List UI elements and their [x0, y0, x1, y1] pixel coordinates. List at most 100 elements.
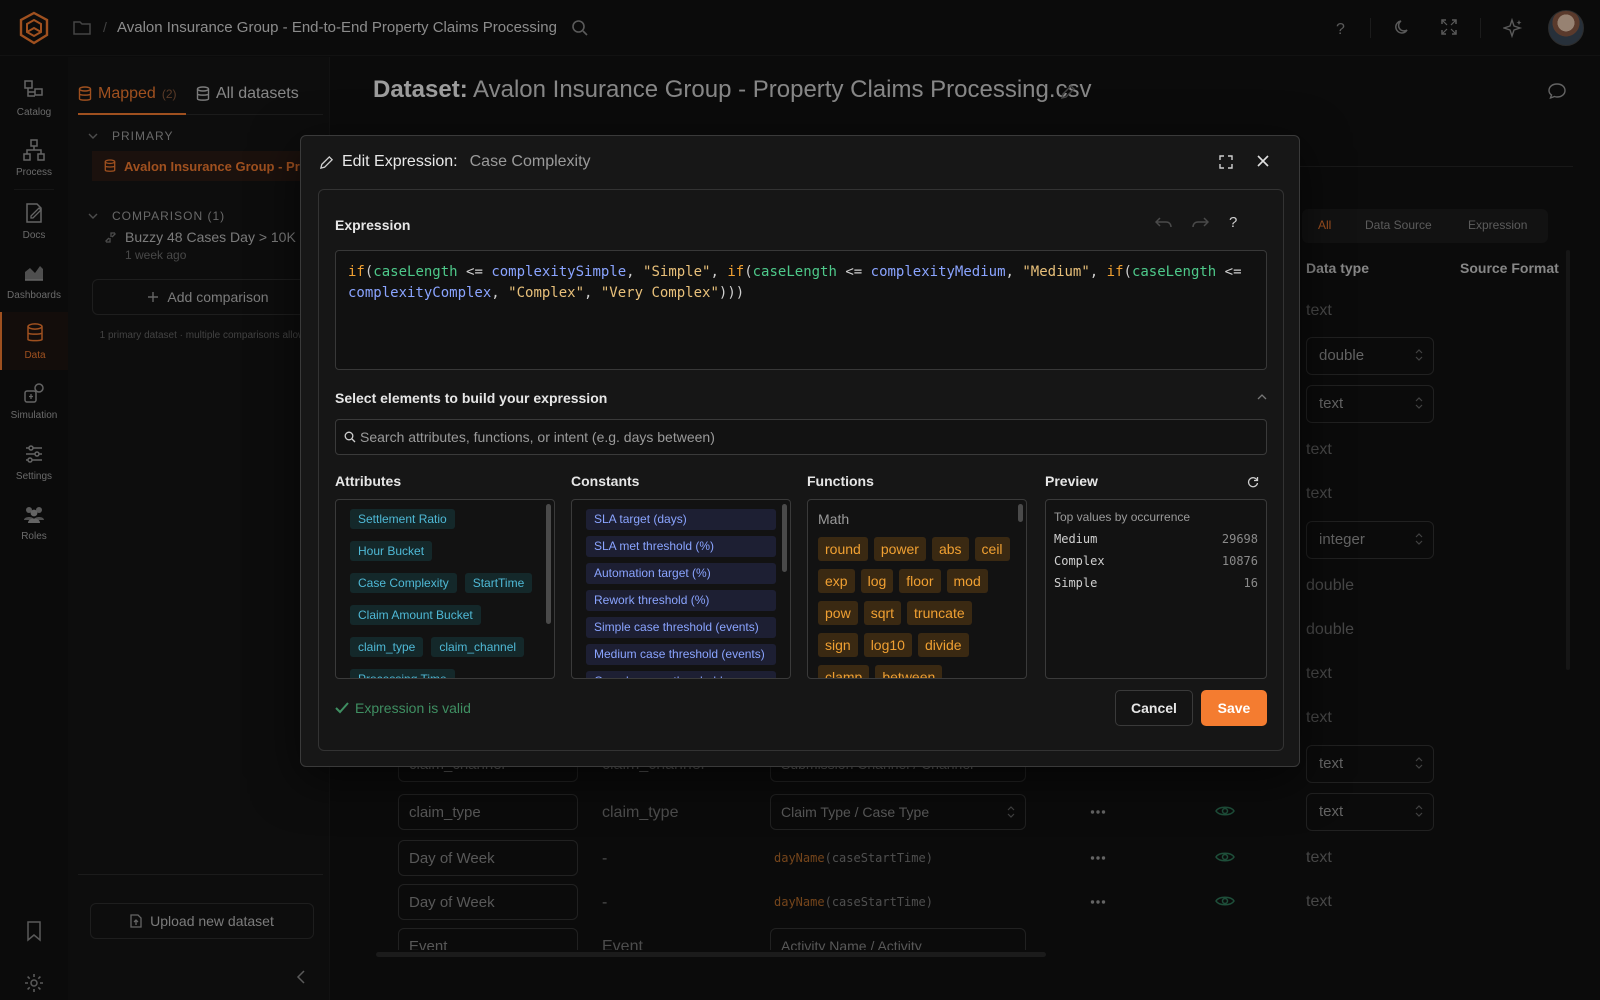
expression-token-st: "Very Complex" [600, 285, 719, 301]
attribute-chip[interactable]: StartTime [464, 573, 533, 593]
preview-panel: Top values by occurrence Medium 29698 Com… [1045, 499, 1267, 679]
chevron-up-icon[interactable] [1257, 393, 1267, 401]
function-chip[interactable]: mod [946, 569, 988, 593]
dialog-title-value: Case Complexity [469, 153, 591, 170]
save-button[interactable]: Save [1201, 690, 1267, 726]
preview-value: Medium [1054, 532, 1098, 546]
search-icon [344, 431, 356, 443]
attribute-chip[interactable]: Hour Bucket [350, 541, 433, 561]
expression-editor[interactable]: if(caseLength <= complexitySimple, "Simp… [335, 250, 1267, 370]
expression-token-ct: complexitySimple [491, 264, 627, 280]
expression-label: Expression [335, 217, 411, 233]
preview-value: Simple [1054, 576, 1098, 590]
dialog-body: Expression ? if(caseLength <= complexity… [318, 189, 1284, 751]
function-chip[interactable]: round [818, 537, 868, 561]
function-chip[interactable]: log10 [863, 633, 912, 657]
edit-expression-dialog: Edit Expression: Case Complexity Express… [300, 135, 1300, 767]
expression-token-at: caseLength [752, 264, 837, 280]
constant-chip[interactable]: Simple case threshold (events) [586, 617, 776, 638]
constant-chip[interactable]: Complex case threshold [586, 671, 776, 678]
expression-token-op: <= [1224, 264, 1242, 280]
expression-token-st: "Simple" [643, 264, 711, 280]
constants-list: SLA target (days) SLA met threshold (%) Au… [571, 499, 791, 679]
function-chip[interactable]: sqrt [863, 601, 902, 625]
constants-label: Constants [571, 473, 640, 489]
pencil-icon [319, 155, 334, 170]
expression-token-st: "Medium" [1022, 264, 1090, 280]
expression-token-op: , [1089, 264, 1107, 280]
expression-token-ct: complexityMedium [870, 264, 1006, 280]
constant-chip[interactable]: Automation target (%) [586, 563, 776, 584]
attribute-chip[interactable]: Settlement Ratio [350, 509, 455, 529]
functions-list: Math round power abs ceil exp log floor mod pow s… [807, 499, 1027, 679]
refresh-icon[interactable] [1247, 476, 1259, 488]
attribute-chip[interactable]: Case Complexity [350, 573, 457, 593]
validation-text: Expression is valid [355, 700, 471, 716]
function-chip[interactable]: ceil [974, 537, 1010, 561]
function-chip[interactable]: floor [899, 569, 941, 593]
expression-token-op: <= [457, 264, 492, 280]
function-chip[interactable]: power [873, 537, 926, 561]
expression-token-op: , [1005, 264, 1023, 280]
attributes-list: Settlement Ratio Hour Bucket Case Complexi… [335, 499, 555, 679]
constant-chip[interactable]: Medium case threshold (events) [586, 644, 776, 665]
attribute-chip[interactable]: claim_channel [431, 637, 525, 657]
redo-icon[interactable] [1191, 216, 1209, 230]
attribute-chip[interactable]: claim_type [350, 637, 424, 657]
attribute-chip[interactable]: Claim Amount Bucket [350, 605, 481, 625]
element-search [335, 419, 1267, 455]
expression-help-button[interactable]: ? [1229, 214, 1237, 231]
expression-token-op: , [584, 285, 601, 301]
expression-token-op: <= [836, 264, 871, 280]
preview-row: Simple 16 [1054, 576, 1258, 598]
functions-scrollbar[interactable] [1018, 504, 1023, 522]
cancel-button[interactable]: Cancel [1115, 690, 1193, 726]
preview-row: Complex 10876 [1054, 554, 1258, 576]
expression-token-op: , [491, 285, 509, 301]
functions-label: Functions [807, 473, 874, 489]
expand-icon[interactable] [1219, 155, 1233, 169]
select-elements-label: Select elements to build your expression [335, 390, 608, 406]
preview-count: 10876 [1221, 554, 1258, 568]
constant-chip[interactable]: SLA target (days) [586, 509, 776, 530]
function-chip[interactable]: abs [931, 537, 969, 561]
function-chip[interactable]: divide [917, 633, 969, 657]
constants-scrollbar[interactable] [782, 504, 787, 572]
close-icon[interactable] [1257, 155, 1269, 167]
preview-heading: Top values by occurrence [1054, 510, 1191, 524]
constant-chip[interactable]: SLA met threshold (%) [586, 536, 776, 557]
expression-token-op: ( [744, 264, 753, 280]
preview-label: Preview [1045, 473, 1098, 489]
expression-token-kw: if [348, 264, 365, 280]
expression-token-ct: complexityComplex [348, 285, 492, 301]
validation-status: Expression is valid [335, 700, 471, 716]
expression-token-at: caseLength [373, 264, 458, 280]
expression-token-op: ( [1123, 264, 1132, 280]
expression-token-st: "Complex" [508, 285, 585, 301]
preview-count: 29698 [1221, 532, 1258, 546]
function-chip[interactable]: pow [818, 601, 858, 625]
preview-row: Medium 29698 [1054, 532, 1258, 554]
attribute-chip[interactable]: Processing Time [350, 669, 455, 678]
function-chip[interactable]: log [860, 569, 894, 593]
element-search-input[interactable] [360, 420, 1250, 454]
dialog-header: Edit Expression: Case Complexity [319, 153, 591, 171]
expression-token-kw: if [727, 264, 745, 280]
preview-value: Complex [1054, 554, 1105, 568]
expression-token-op: , [710, 264, 728, 280]
function-chip[interactable]: between [875, 665, 943, 678]
expression-token-op: , [626, 264, 644, 280]
expression-token-op: ))) [718, 285, 745, 301]
preview-count: 16 [1243, 576, 1258, 590]
function-chip[interactable]: sign [818, 633, 858, 657]
expression-token-kw: if [1106, 264, 1124, 280]
expression-token-at: caseLength [1131, 264, 1217, 280]
function-chip[interactable]: truncate [907, 601, 972, 625]
undo-icon[interactable] [1155, 216, 1173, 230]
function-chip[interactable]: exp [818, 569, 855, 593]
constant-chip[interactable]: Rework threshold (%) [586, 590, 776, 611]
attributes-label: Attributes [335, 473, 402, 489]
attributes-scrollbar[interactable] [546, 504, 551, 624]
dialog-title-key: Edit Expression: [342, 153, 458, 170]
function-chip[interactable]: clamp [818, 665, 870, 678]
